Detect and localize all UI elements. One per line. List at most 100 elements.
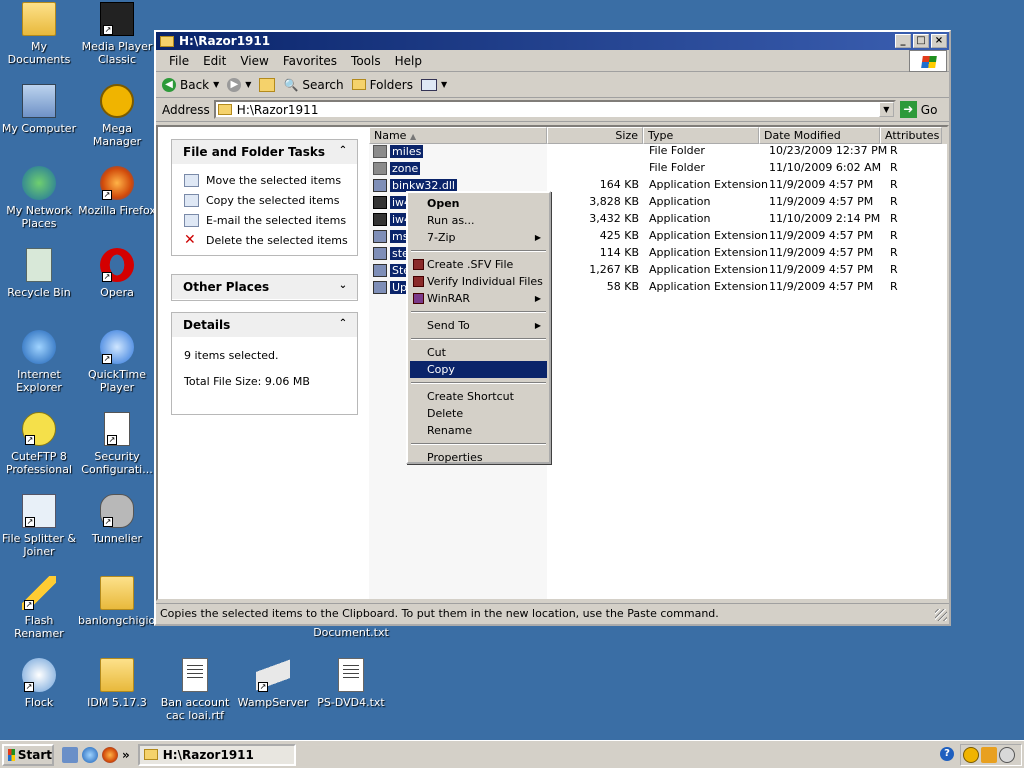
desktop-icon-banlongchigioi[interactable]: banlongchigioi — [78, 576, 158, 627]
minimize-button[interactable]: _ — [895, 34, 911, 48]
close-button[interactable]: × — [931, 34, 947, 48]
network-tray-icon[interactable] — [999, 747, 1015, 763]
desktop-icon-security-configuration[interactable]: ↗ Security Configurati... — [78, 412, 156, 476]
desktop-icon-wampserver[interactable]: ↗ WampServer — [234, 658, 312, 709]
desktop-icon-flash-renamer[interactable]: ↗ Flash Renamer — [0, 576, 78, 640]
tools-tray-icon[interactable] — [981, 747, 997, 763]
chevron-up-icon[interactable]: ⌃ — [337, 318, 349, 329]
go-arrow-icon: ➜ — [899, 101, 917, 118]
desktop-icon-cuteftp[interactable]: ↗ CuteFTP 8 Professional — [0, 412, 78, 476]
computer-icon — [22, 84, 56, 118]
menu-tools[interactable]: Tools — [344, 54, 388, 68]
delete-icon: ✕ — [184, 231, 196, 248]
task-delete[interactable]: ✕ Delete the selected items — [184, 230, 357, 250]
menu-edit[interactable]: Edit — [196, 54, 233, 68]
title-bar[interactable]: H:\Razor1911 _ □ × — [156, 32, 949, 50]
back-button[interactable]: ◀ Back ▼ — [162, 77, 219, 92]
column-size[interactable]: Size — [547, 127, 643, 144]
details-selection-count: 9 items selected. — [184, 349, 279, 362]
move-icon — [184, 173, 199, 187]
column-attributes[interactable]: Attributes — [880, 127, 942, 144]
desktop-icon-file-splitter[interactable]: ↗ File Splitter & Joiner — [0, 494, 78, 558]
flock-icon: ↗ — [22, 658, 56, 692]
application-icon — [373, 196, 387, 209]
menu-item-run-as[interactable]: Run as... — [410, 212, 547, 229]
menu-item-rename[interactable]: Rename — [410, 422, 547, 439]
file-folder-tasks-header[interactable]: File and Folder Tasks ⌃ — [172, 140, 357, 164]
task-copy[interactable]: Copy the selected items — [184, 190, 357, 210]
folders-button[interactable]: Folders — [351, 78, 413, 92]
desktop-icon-flock[interactable]: ↗ Flock — [0, 658, 78, 709]
menu-item-verify-files[interactable]: Verify Individual Files — [410, 273, 547, 290]
menu-file[interactable]: File — [162, 54, 196, 68]
folder-icon — [160, 35, 174, 47]
desktop-icon-my-network-places[interactable]: My Network Places — [0, 166, 78, 230]
dll-file-icon — [373, 230, 387, 243]
desktop-icon-quicktime[interactable]: ↗ QuickTime Player — [78, 330, 156, 394]
chevron-down-icon[interactable]: ▼ — [878, 102, 894, 117]
toolbar: ◀ Back ▼ ▶ ▼ 🔍 Search Folders ▼ — [156, 72, 949, 98]
desktop-icon-document-txt[interactable]: Document.txt — [312, 626, 390, 639]
desktop-icon-internet-explorer[interactable]: Internet Explorer — [0, 330, 78, 394]
column-date-modified[interactable]: Date Modified — [759, 127, 880, 144]
desktop-icon-my-computer[interactable]: My Computer — [0, 84, 78, 135]
task-move[interactable]: Move the selected items — [184, 170, 357, 190]
file-row[interactable]: zone File Folder 11/10/2009 6:02 AM R — [369, 161, 949, 178]
menu-item-properties[interactable]: Properties — [410, 449, 547, 466]
menu-item-create-sfv[interactable]: Create .SFV File — [410, 256, 547, 273]
task-email[interactable]: E-mail the selected items — [184, 210, 357, 230]
desktop-icon-idm[interactable]: IDM 5.17.3 — [78, 658, 156, 709]
menu-item-open[interactable]: Open — [410, 195, 547, 212]
desktop-icon-ps-dvd4[interactable]: PS-DVD4.txt — [312, 658, 390, 709]
menu-item-create-shortcut[interactable]: Create Shortcut — [410, 388, 547, 405]
desktop-icon-ban-account[interactable]: Ban account cac loai.rtf — [156, 658, 234, 722]
start-button[interactable]: Start — [2, 743, 54, 766]
menu-item-copy[interactable]: Copy — [410, 361, 547, 378]
desktop-icon-recycle-bin[interactable]: Recycle Bin — [0, 248, 78, 299]
menu-item-winrar[interactable]: WinRAR ▶ — [410, 290, 547, 307]
desktop-icon-media-player-classic[interactable]: ↗ Media Player Classic — [78, 2, 156, 66]
menu-favorites[interactable]: Favorites — [276, 54, 344, 68]
resize-grip[interactable] — [935, 609, 947, 621]
folder-icon — [217, 104, 232, 115]
desktop-icon-tunnelier[interactable]: ↗ Tunnelier — [78, 494, 156, 545]
column-type[interactable]: Type — [643, 127, 759, 144]
chevron-up-icon[interactable]: ⌃ — [337, 145, 349, 156]
address-bar: Address H:\Razor1911 ▼ ➜ Go — [156, 98, 949, 122]
maximize-button[interactable]: □ — [913, 34, 929, 48]
firefox-icon[interactable] — [102, 746, 118, 763]
other-places-header[interactable]: Other Places ⌄ — [172, 275, 357, 299]
taskbar-window-button[interactable]: H:\Razor1911 — [137, 743, 296, 766]
menu-view[interactable]: View — [233, 54, 275, 68]
desktop-icon-my-documents[interactable]: My Documents — [0, 2, 78, 66]
forward-button[interactable]: ▶ ▼ — [227, 77, 251, 92]
help-icon[interactable]: ? — [940, 747, 954, 761]
details-header[interactable]: Details ⌃ — [172, 313, 357, 337]
up-folder-button[interactable] — [259, 77, 276, 92]
go-button[interactable]: ➜ Go — [899, 101, 937, 118]
file-row[interactable]: miles File Folder 10/23/2009 12:37 PM R — [369, 144, 949, 161]
mega-manager-tray-icon[interactable] — [963, 747, 979, 763]
folder-icon — [22, 2, 56, 36]
menu-item-7zip[interactable]: 7-Zip ▶ — [410, 229, 547, 246]
menu-item-cut[interactable]: Cut — [410, 344, 547, 361]
address-input[interactable]: H:\Razor1911 ▼ — [213, 100, 896, 119]
file-folder-tasks-panel: File and Folder Tasks ⌃ Move the selected… — [171, 139, 358, 256]
menu-item-delete[interactable]: Delete — [410, 405, 547, 422]
desktop-icon-mega-manager[interactable]: Mega Manager — [78, 84, 156, 148]
show-desktop-icon[interactable] — [62, 746, 78, 763]
chevron-right-icon[interactable]: » — [122, 748, 130, 762]
lightning-icon: ↗ — [22, 576, 56, 610]
search-button[interactable]: 🔍 Search — [283, 78, 343, 92]
menu-help[interactable]: Help — [388, 54, 429, 68]
desktop-icon-mozilla-firefox[interactable]: ↗ Mozilla Firefox — [78, 166, 156, 217]
file-splitter-icon: ↗ — [22, 494, 56, 528]
opera-icon: ↗ — [100, 248, 134, 282]
chevron-down-icon[interactable]: ⌄ — [337, 280, 349, 291]
views-button[interactable]: ▼ — [420, 78, 447, 91]
internet-explorer-icon[interactable] — [82, 746, 98, 763]
column-name[interactable]: Name ▲ — [369, 127, 547, 144]
menu-item-send-to[interactable]: Send To ▶ — [410, 317, 547, 334]
desktop-icon-opera[interactable]: ↗ Opera — [78, 248, 156, 299]
details-total-size: Total File Size: 9.06 MB — [184, 375, 310, 388]
